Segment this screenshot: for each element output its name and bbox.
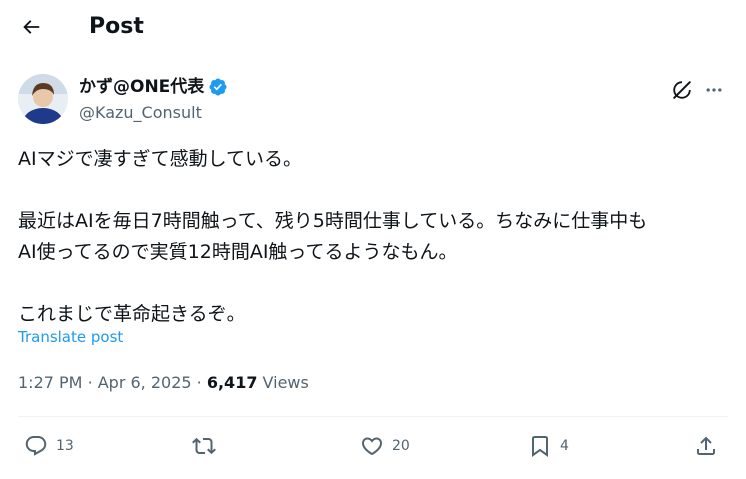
repost-button[interactable] [192, 430, 224, 462]
back-button[interactable] [14, 10, 48, 44]
bookmark-count: 4 [560, 438, 569, 454]
views-label: Views [262, 373, 309, 392]
profile-photo-icon [18, 74, 68, 124]
author-name[interactable]: かず@ONE代表 [79, 75, 204, 99]
like-count: 20 [392, 438, 410, 454]
views-count: 6,417 [206, 373, 258, 392]
translate-post-link[interactable]: Translate post [18, 327, 123, 347]
heart-icon [361, 437, 383, 456]
avatar[interactable] [18, 74, 68, 124]
bookmark-button[interactable]: 4 [528, 430, 569, 462]
tweet-date[interactable]: Apr 6, 2025 [98, 373, 192, 392]
verified-badge-icon [208, 77, 228, 97]
share-button[interactable] [694, 430, 718, 462]
divider [18, 416, 728, 417]
grok-icon [673, 81, 691, 99]
share-icon [697, 436, 715, 455]
author-handle[interactable]: @Kazu_Consult [79, 102, 202, 124]
like-button[interactable]: 20 [360, 430, 410, 462]
meta-separator: · [196, 373, 207, 392]
page-title: Post [89, 14, 144, 39]
author-name-row[interactable]: かず@ONE代表 [79, 75, 228, 99]
more-dots-icon [706, 88, 722, 92]
tweet-time[interactable]: 1:27 PM [18, 373, 82, 392]
reply-button[interactable]: 13 [24, 430, 74, 462]
reply-icon [25, 436, 47, 456]
repost-icon [192, 437, 216, 455]
grok-button[interactable] [668, 76, 696, 104]
reply-count: 13 [56, 438, 74, 454]
tweet-meta: 1:27 PM · Apr 6, 2025 · 6,417 Views [18, 372, 309, 394]
tweet-text: AIマジで凄すぎて感動している。 最近はAIを毎日7時間触って、残り5時間仕事し… [18, 148, 648, 325]
more-options-button[interactable] [700, 76, 728, 104]
arrow-left-icon [23, 20, 40, 34]
bookmark-icon [532, 436, 548, 457]
meta-separator: · [87, 373, 98, 392]
page-header: Post [0, 0, 746, 54]
